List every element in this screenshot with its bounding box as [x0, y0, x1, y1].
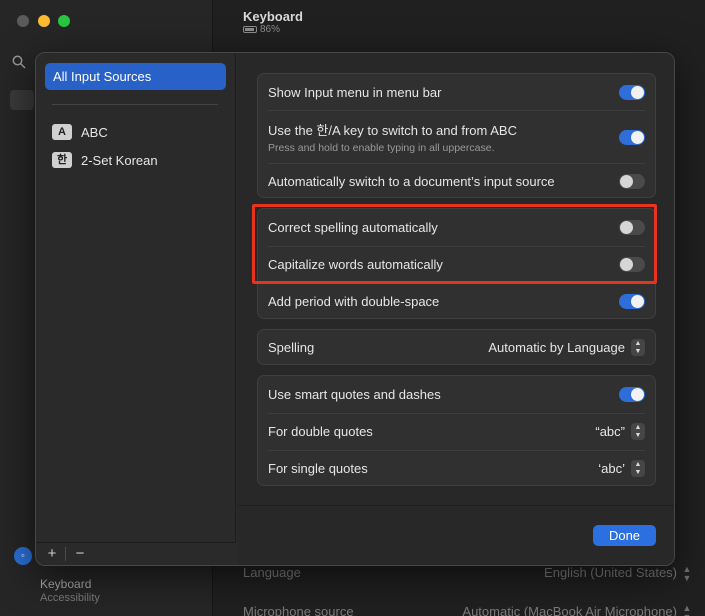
source-item-label: ABC: [81, 124, 108, 140]
source-all-input-sources[interactable]: All Input Sources: [45, 63, 226, 90]
remove-source-button[interactable]: −: [68, 544, 92, 564]
keyboard-icon[interactable]: [10, 90, 34, 110]
abc-badge-icon: A: [52, 124, 72, 140]
single-quotes-popup[interactable]: ‘abc’ ▲ ▼: [598, 460, 645, 477]
auto-switch-label: Automatically switch to a document’s inp…: [268, 174, 555, 189]
input-sources-list: All Input Sources A ABC 한 2-Set Korean +…: [36, 53, 236, 565]
chevron-updown-icon: ▲▼: [631, 338, 645, 356]
han-key-label: Use the 한/A key to switch to and from AB…: [268, 123, 517, 138]
battery-icon: [243, 26, 257, 33]
sidebar-item-accessibility[interactable]: Accessibility: [40, 592, 100, 604]
accessibility-icon: ◦: [14, 547, 32, 565]
spelling-row: Spelling Automatic by Language ▲ ▼: [258, 330, 655, 364]
capitalize-row: Capitalize words automatically: [258, 246, 655, 283]
language-value[interactable]: English (United States): [544, 565, 677, 580]
add-source-button[interactable]: +: [40, 544, 64, 564]
list-toolbar: + −: [36, 542, 236, 565]
done-button[interactable]: Done: [593, 525, 656, 546]
close-window-button[interactable]: [17, 15, 29, 27]
single-quotes-value: ‘abc’: [598, 461, 625, 476]
spelling-group: Spelling Automatic by Language ▲ ▼: [257, 329, 656, 365]
capitalize-label: Capitalize words automatically: [268, 257, 443, 272]
microphone-source-label: Microphone source: [243, 604, 354, 616]
divider: [237, 505, 674, 506]
chevron-updown-icon: ▲▼: [631, 423, 645, 440]
window-title: Keyboard: [243, 9, 303, 24]
smart-quotes-group: Use smart quotes and dashes For double q…: [257, 375, 656, 486]
capitalize-toggle[interactable]: [619, 257, 645, 272]
han-key-sublabel: Press and hold to enable typing in all u…: [268, 142, 495, 154]
show-input-menu-label: Show Input menu in menu bar: [268, 84, 442, 100]
chevron-updown-icon: ▲▼: [682, 564, 692, 583]
auto-switch-toggle[interactable]: [619, 174, 645, 189]
sidebar-item-keyboard[interactable]: Keyboard: [40, 577, 91, 591]
language-label: Language: [243, 565, 301, 580]
chevron-updown-icon: ▲▼: [682, 603, 692, 616]
korean-badge-icon: 한: [52, 152, 72, 168]
spelling-popup[interactable]: Automatic by Language ▲ ▼: [488, 338, 645, 356]
double-quotes-row: For double quotes “abc” ▲ ▼: [258, 413, 655, 450]
han-key-toggle[interactable]: [619, 129, 645, 145]
battery-level: 86%: [260, 24, 281, 35]
correct-spelling-toggle[interactable]: [619, 220, 645, 235]
spelling-label: Spelling: [268, 339, 315, 355]
single-quotes-label: For single quotes: [268, 461, 368, 476]
search-icon[interactable]: [12, 55, 26, 69]
han-key-row: Use the 한/A key to switch to and from AB…: [258, 111, 655, 163]
add-period-row: Add period with double-space: [258, 283, 655, 320]
input-sources-sheet: All Input Sources A ABC 한 2-Set Korean +…: [35, 52, 675, 566]
source-item-abc[interactable]: A ABC: [52, 122, 108, 142]
smart-quotes-row: Use smart quotes and dashes: [258, 376, 655, 413]
single-quotes-row: For single quotes ‘abc’ ▲ ▼: [258, 450, 655, 487]
zoom-window-button[interactable]: [58, 15, 70, 27]
smart-quotes-label: Use smart quotes and dashes: [268, 387, 441, 402]
double-quotes-value: “abc”: [595, 424, 625, 439]
double-quotes-label: For double quotes: [268, 424, 373, 439]
microphone-source-value[interactable]: Automatic (MacBook Air Microphone): [462, 604, 677, 616]
battery-status: 86%: [243, 24, 280, 35]
correct-spelling-label: Correct spelling automatically: [268, 220, 438, 235]
double-quotes-popup[interactable]: “abc” ▲ ▼: [595, 423, 645, 440]
show-input-menu-row: Show Input menu in menu bar: [258, 74, 655, 110]
source-item-korean[interactable]: 한 2-Set Korean: [52, 150, 158, 170]
chevron-updown-icon: ▲▼: [631, 460, 645, 477]
input-settings-panel: Show Input menu in menu bar Use the 한/A …: [237, 53, 674, 565]
divider: [65, 547, 66, 561]
source-item-label: 2-Set Korean: [81, 152, 158, 168]
minimize-window-button[interactable]: [38, 15, 50, 27]
spelling-value: Automatic by Language: [488, 339, 625, 355]
divider: [52, 104, 218, 105]
add-period-label: Add period with double-space: [268, 294, 440, 309]
auto-switch-row: Automatically switch to a document’s inp…: [258, 164, 655, 199]
input-menu-group: Show Input menu in menu bar Use the 한/A …: [257, 73, 656, 198]
typing-corrections-group: Correct spelling automatically Capitaliz…: [257, 208, 656, 319]
add-period-toggle[interactable]: [619, 294, 645, 309]
show-input-menu-toggle[interactable]: [619, 84, 645, 100]
correct-spelling-row: Correct spelling automatically: [258, 209, 655, 246]
smart-quotes-toggle[interactable]: [619, 387, 645, 402]
